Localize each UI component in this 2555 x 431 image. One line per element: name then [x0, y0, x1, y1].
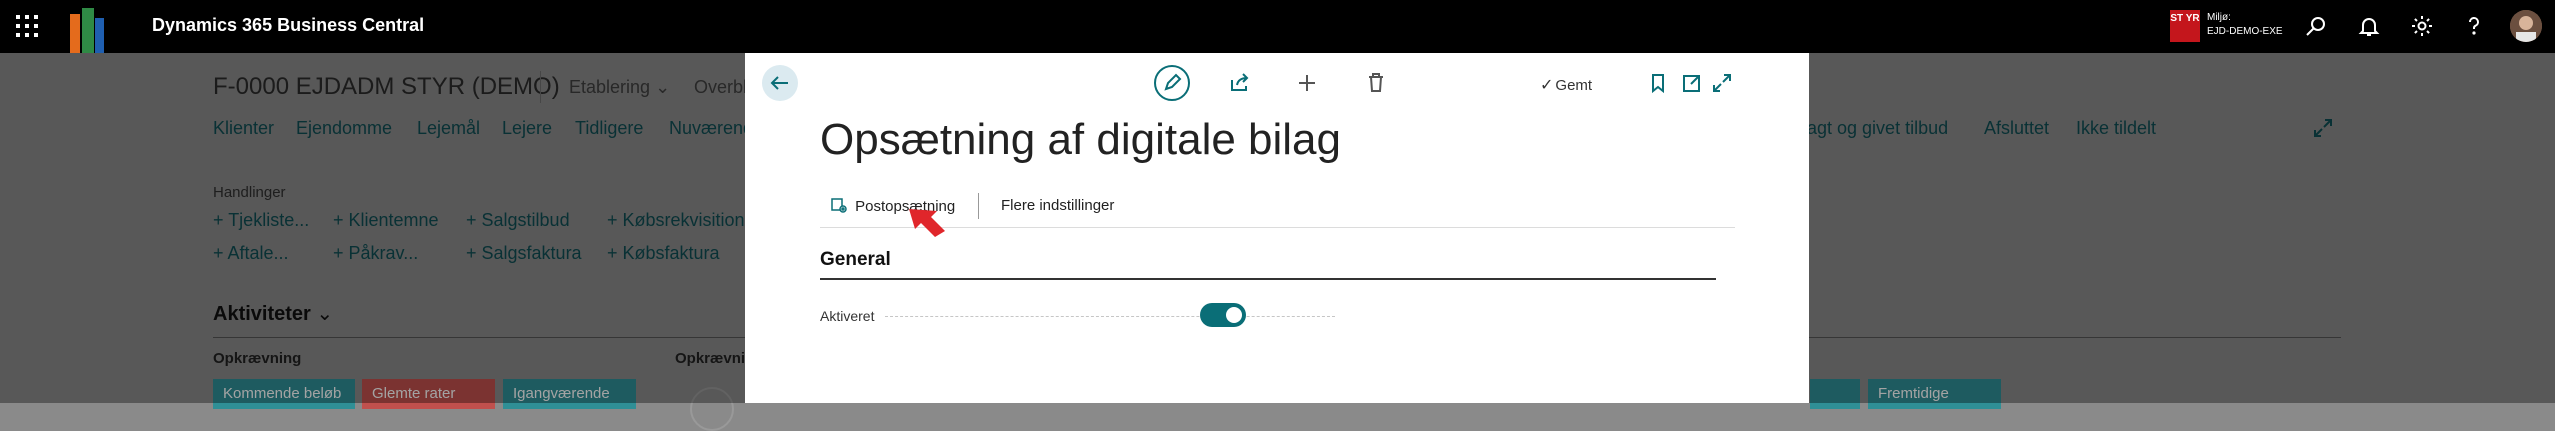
environment-name: EJD-DEMO-EXE [2207, 26, 2283, 37]
add-icon[interactable] [1289, 65, 1325, 101]
tab-flere-indstillinger[interactable]: Flere indstillinger [1001, 197, 1114, 214]
environment-label: Miljø: [2207, 12, 2231, 23]
divider [820, 227, 1735, 228]
field-leader [885, 316, 1335, 317]
share-icon[interactable] [1221, 65, 1257, 101]
saved-indicator: ✓ Gemt [1540, 75, 1610, 99]
settings-dialog: ✓ Gemt Opsætning af digitale bilag Postop… [745, 53, 1809, 403]
top-bar: Dynamics 365 Business Central ST YR Milj… [0, 0, 2555, 53]
check-icon: ✓ [1540, 77, 1554, 94]
aktiveret-toggle[interactable] [1200, 303, 1246, 327]
search-icon[interactable] [2304, 14, 2328, 38]
edit-button[interactable] [1154, 65, 1190, 101]
company-logo [70, 8, 104, 53]
environment-info: Miljø: EJD-DEMO-EXE [2207, 11, 2283, 39]
help-icon[interactable] [2462, 14, 2486, 38]
page-title: Opsætning af digitale bilag [820, 115, 1341, 164]
pencil-icon [1164, 73, 1182, 91]
app-title[interactable]: Dynamics 365 Business Central [152, 15, 424, 36]
open-new-window-icon[interactable] [1672, 65, 1708, 101]
toggle-knob [1226, 307, 1242, 323]
saved-label: Gemt [1555, 77, 1593, 94]
divider [978, 193, 979, 219]
bookmark-icon[interactable] [1640, 65, 1676, 101]
field-label-aktiveret: Aktiveret [820, 308, 875, 324]
red-arrow-annotation [909, 209, 945, 237]
section-underline [820, 278, 1716, 280]
delete-icon[interactable] [1358, 65, 1394, 101]
gear-icon[interactable] [2410, 14, 2434, 38]
section-title: General [820, 249, 891, 270]
waffle-icon[interactable] [16, 15, 38, 37]
bell-icon[interactable] [2357, 14, 2381, 38]
expand-icon[interactable] [1704, 65, 1740, 101]
back-button[interactable] [762, 65, 798, 101]
environment-badge: ST YR [2170, 10, 2200, 42]
settings-list-icon [831, 198, 847, 213]
arrow-left-icon [770, 76, 788, 90]
avatar[interactable] [2510, 10, 2542, 42]
